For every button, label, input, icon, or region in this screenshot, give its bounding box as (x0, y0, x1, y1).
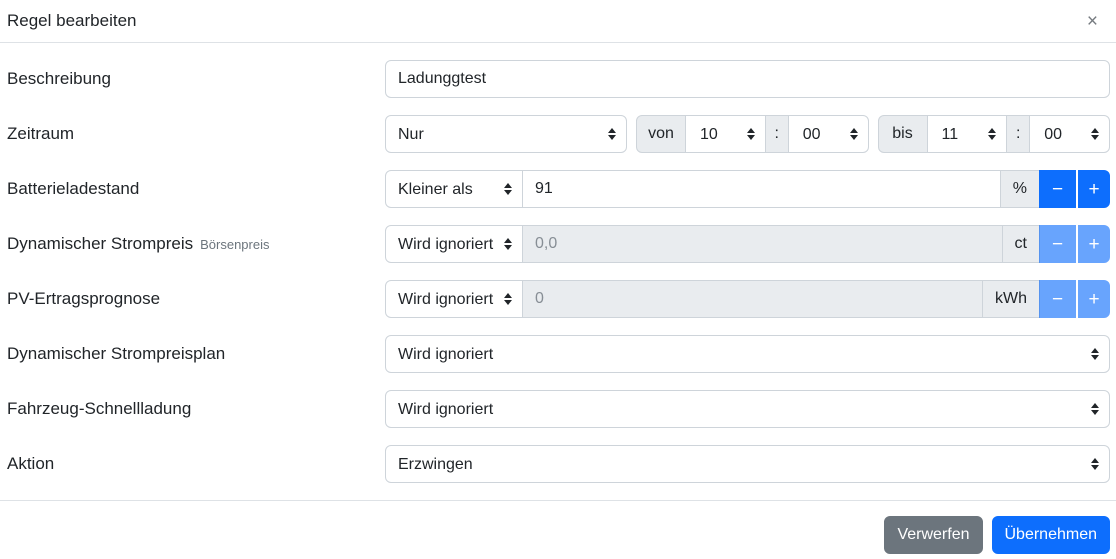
schnellladung-select[interactable]: Wird ignoriert (385, 390, 1110, 428)
strompreis-label: Dynamischer Strompreis Börsenpreis (7, 234, 385, 254)
pv-decrement-button: − (1039, 280, 1076, 318)
dialog-title: Regel bearbeiten (7, 11, 136, 31)
pv-mode-select[interactable]: Wird ignoriert (385, 280, 523, 318)
zeitraum-bis-group: bis 11 : 00 (878, 115, 1111, 153)
dialog-header: Regel bearbeiten × (0, 0, 1116, 43)
von-hour-select-wrap: 10 (685, 115, 766, 153)
bis-hour-select-wrap: 11 (927, 115, 1008, 153)
von-minute-select[interactable]: 00 (788, 115, 869, 153)
strompreis-group: Wird ignoriert ct − + (385, 225, 1110, 263)
row-strompreisplan: Dynamischer Strompreisplan Wird ignorier… (7, 335, 1110, 373)
pv-label: PV-Ertragsprognose (7, 289, 385, 309)
pv-value-input (522, 280, 983, 318)
row-batterieladestand: Batterieladestand Kleiner als % − + (7, 170, 1110, 208)
strompreis-label-text: Dynamischer Strompreis (7, 234, 193, 253)
aktion-select[interactable]: Erzwingen (385, 445, 1110, 483)
batterieladestand-increment-button[interactable]: + (1078, 170, 1110, 208)
row-schnellladung: Fahrzeug-Schnellladung Wird ignoriert (7, 390, 1110, 428)
von-addon: von (636, 115, 686, 153)
strompreisplan-select-wrap: Wird ignoriert (385, 335, 1110, 373)
batterieladestand-comparator-wrap: Kleiner als (385, 170, 523, 208)
zeitraum-von-group: von 10 : 00 (636, 115, 869, 153)
von-hour-select[interactable]: 10 (685, 115, 766, 153)
strompreis-mode-wrap: Wird ignoriert (385, 225, 523, 263)
dialog-footer: Verwerfen Übernehmen (0, 500, 1116, 559)
pv-increment-button: + (1078, 280, 1110, 318)
batterieladestand-value-input[interactable] (522, 170, 1001, 208)
row-pv-ertragsprognose: PV-Ertragsprognose Wird ignoriert kWh − … (7, 280, 1110, 318)
discard-button[interactable]: Verwerfen (884, 516, 982, 554)
edit-rule-dialog: Regel bearbeiten × Beschreibung Zeitraum… (0, 0, 1116, 559)
row-aktion: Aktion Erzwingen (7, 445, 1110, 483)
strompreis-increment-button: + (1078, 225, 1110, 263)
bis-minute-select-wrap: 00 (1029, 115, 1110, 153)
zeitraum-label: Zeitraum (7, 124, 385, 144)
aktion-select-wrap: Erzwingen (385, 445, 1110, 483)
bis-minute-select[interactable]: 00 (1029, 115, 1110, 153)
zeitraum-mode-select-wrap: Nur (385, 115, 627, 153)
dialog-body: Beschreibung Zeitraum Nur von 10 (0, 43, 1116, 500)
beschreibung-label: Beschreibung (7, 69, 385, 89)
pv-mode-wrap: Wird ignoriert (385, 280, 523, 318)
strompreis-mode-select[interactable]: Wird ignoriert (385, 225, 523, 263)
row-zeitraum: Zeitraum Nur von 10 : 00 (7, 115, 1110, 153)
row-strompreis: Dynamischer Strompreis Börsenpreis Wird i… (7, 225, 1110, 263)
strompreis-value-input (522, 225, 1003, 263)
schnellladung-label: Fahrzeug-Schnellladung (7, 399, 385, 419)
percent-unit-addon: % (1000, 170, 1040, 208)
strompreisplan-label: Dynamischer Strompreisplan (7, 344, 385, 364)
bis-hour-select[interactable]: 11 (927, 115, 1008, 153)
von-minute-select-wrap: 00 (788, 115, 869, 153)
batterieladestand-comparator-select[interactable]: Kleiner als (385, 170, 523, 208)
pv-group: Wird ignoriert kWh − + (385, 280, 1110, 318)
zeitraum-mode-select[interactable]: Nur (385, 115, 627, 153)
row-beschreibung: Beschreibung (7, 60, 1110, 98)
batterieladestand-group: Kleiner als % − + (385, 170, 1110, 208)
aktion-label: Aktion (7, 454, 385, 474)
batterieladestand-label: Batterieladestand (7, 179, 385, 199)
apply-button[interactable]: Übernehmen (992, 516, 1111, 554)
strompreis-decrement-button: − (1039, 225, 1076, 263)
close-icon[interactable]: × (1081, 10, 1104, 33)
kwh-unit-addon: kWh (982, 280, 1040, 318)
schnellladung-select-wrap: Wird ignoriert (385, 390, 1110, 428)
beschreibung-input[interactable] (385, 60, 1110, 98)
bis-colon-separator: : (1006, 115, 1030, 153)
strompreis-sublabel: Börsenpreis (200, 237, 269, 252)
batterieladestand-decrement-button[interactable]: − (1039, 170, 1076, 208)
ct-unit-addon: ct (1002, 225, 1040, 263)
strompreisplan-select[interactable]: Wird ignoriert (385, 335, 1110, 373)
von-colon-separator: : (765, 115, 789, 153)
bis-addon: bis (878, 115, 928, 153)
